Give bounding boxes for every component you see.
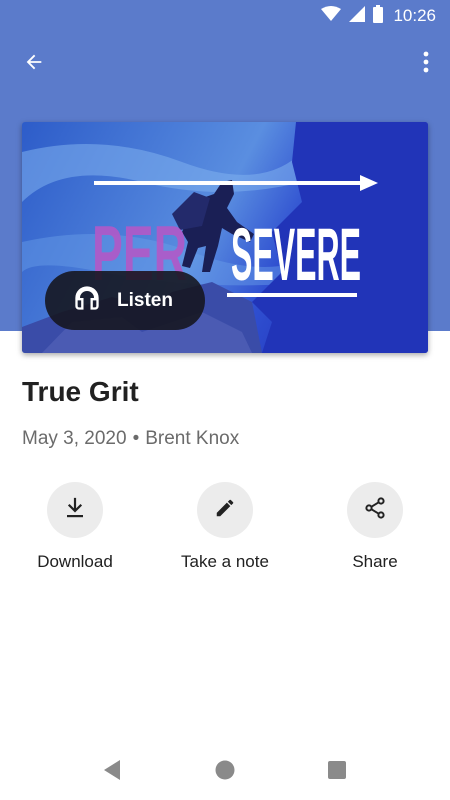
status-time: 10:26 (393, 6, 436, 25)
share-circle (347, 482, 403, 538)
download-icon (63, 496, 87, 525)
headphones-icon (73, 284, 101, 317)
recents-square-icon (327, 760, 347, 785)
action-row: Download Take a note Share (0, 482, 450, 582)
app-bar (0, 36, 450, 92)
back-triangle-icon (102, 759, 122, 786)
nav-home-button[interactable] (211, 758, 239, 786)
share-icon (363, 496, 387, 525)
cell-signal-icon (349, 5, 366, 27)
download-label: Download (37, 552, 113, 571)
sermon-date: May 3, 2020 (22, 428, 127, 449)
listen-label: Listen (117, 289, 173, 311)
take-a-note-circle (197, 482, 253, 538)
system-nav-bar (0, 744, 450, 800)
status-bar: 10:26 (0, 0, 450, 32)
back-button[interactable] (14, 44, 54, 84)
more-vert-icon (423, 51, 429, 78)
artwork-text-severe: SEVERE (231, 213, 361, 296)
share-button[interactable]: Share (300, 482, 450, 572)
listen-button[interactable]: Listen (45, 271, 205, 330)
sermon-speaker: Brent Knox (145, 428, 240, 449)
share-label: Share (352, 552, 398, 571)
sermon-meta: May 3, 2020 • Brent Knox (22, 428, 239, 450)
pencil-icon (214, 497, 236, 524)
battery-icon (373, 4, 384, 28)
take-a-note-button[interactable]: Take a note (150, 482, 300, 572)
sermon-title: True Grit (22, 376, 139, 407)
wifi-icon (321, 5, 342, 27)
home-circle-icon (214, 759, 236, 786)
nav-recents-button[interactable] (323, 758, 351, 786)
download-button[interactable]: Download (0, 482, 150, 572)
meta-separator: • (132, 428, 140, 449)
arrow-back-icon (23, 51, 45, 78)
more-options-button[interactable] (412, 44, 440, 84)
download-circle (47, 482, 103, 538)
nav-back-button[interactable] (98, 758, 126, 786)
take-a-note-label: Take a note (181, 552, 269, 571)
